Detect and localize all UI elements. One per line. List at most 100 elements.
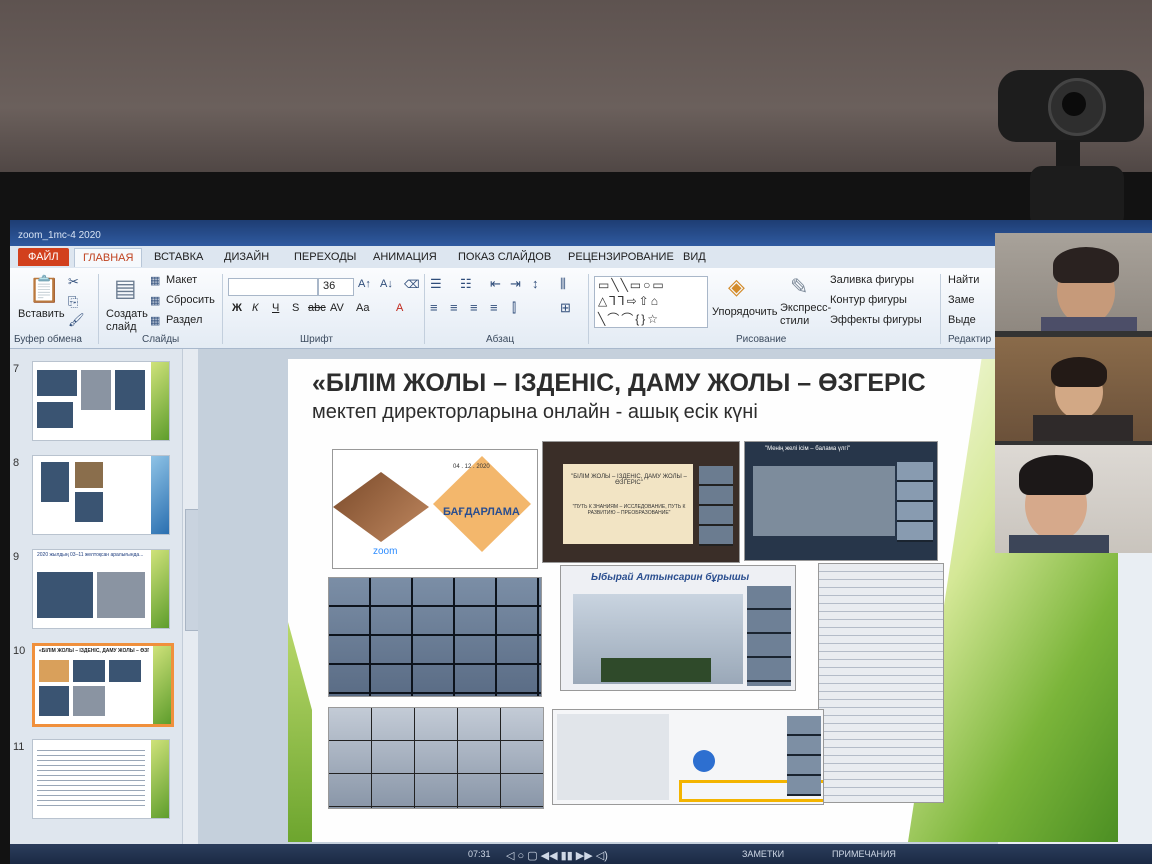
slide-title[interactable]: «БІЛІМ ЖОЛЫ – ІЗДЕНІС, ДАМУ ЖОЛЫ – ӨЗГЕР… xyxy=(312,369,926,398)
notes-button[interactable]: ЗАМЕТКИ xyxy=(742,849,784,859)
thumb-slide-11[interactable] xyxy=(32,739,170,819)
tab-insert[interactable]: ВСТАВКА xyxy=(154,251,203,263)
tab-slideshow[interactable]: ПОКАЗ СЛАЙДОВ xyxy=(458,251,551,263)
room-wall xyxy=(0,0,1152,180)
increase-indent-icon[interactable]: ⇥ xyxy=(510,276,521,292)
thumb-slide-8[interactable] xyxy=(32,455,170,535)
photo-meeting: "Менің желі ісім – балама үлгі" xyxy=(744,441,938,561)
section-icon: ▦ xyxy=(150,315,161,327)
justify-icon[interactable]: ≡ xyxy=(490,300,498,315)
paste-icon[interactable]: 📋 xyxy=(28,274,60,305)
photo-banner: "БІЛІМ ЖОЛЫ – ІЗДЕНІС, ДАМУ ЖОЛЫ – ӨЗГЕР… xyxy=(542,441,740,563)
shrink-font-icon[interactable]: A↓ xyxy=(380,278,393,290)
shapes-row-3-icon: ╲⌒⌒{}☆ xyxy=(598,312,660,326)
align-left-icon[interactable]: ≡ xyxy=(430,300,438,315)
slide-thumbnail-pane: 7 8 9 2020 жылдың 03–11 желтоқсан аралығ… xyxy=(10,349,190,859)
poster-program: БАҒДАРЛАМА xyxy=(443,506,520,518)
select-button[interactable]: Выде xyxy=(948,314,976,326)
slide-subtitle[interactable]: мектеп директорларына онлайн - ашық есік… xyxy=(312,401,758,424)
group-editing: Редактир xyxy=(948,334,992,345)
webcam-icon xyxy=(998,70,1146,230)
window-titlebar: zoom_1mc-4 2020 xyxy=(10,220,1152,246)
font-color-button[interactable]: A xyxy=(396,302,403,314)
thumb-slide-7[interactable] xyxy=(32,361,170,441)
underline-button[interactable]: Ч xyxy=(272,302,279,314)
tab-design[interactable]: ДИЗАЙН xyxy=(224,251,269,263)
new-slide-button[interactable]: Создать слайд xyxy=(106,308,148,334)
shadow-button[interactable]: S xyxy=(292,302,299,314)
participant-video-2[interactable] xyxy=(995,337,1152,441)
reset-button[interactable]: Сбросить xyxy=(166,294,215,306)
group-drawing: Рисование xyxy=(736,334,787,345)
comments-button[interactable]: ПРИМЕЧАНИЯ xyxy=(832,849,896,859)
grow-font-icon[interactable]: A↑ xyxy=(358,278,371,290)
arrange-button[interactable]: Упорядочить xyxy=(712,306,777,318)
shape-outline-button[interactable]: Контур фигуры xyxy=(830,294,907,306)
main-slide[interactable]: «БІЛІМ ЖОЛЫ – ІЗДЕНІС, ДАМУ ЖОЛЫ – ӨЗГЕР… xyxy=(288,359,1118,842)
strikethrough-button[interactable]: abc xyxy=(308,302,326,314)
participant-video-1[interactable] xyxy=(995,233,1152,331)
tab-file[interactable]: ФАЙЛ xyxy=(18,248,69,266)
new-slide-icon[interactable]: ▤ xyxy=(114,274,137,303)
quick-styles-button[interactable]: Экспресс-стили xyxy=(780,302,831,328)
banner-text-ru: "ПУТЬ К ЗНАНИЯМ – ИССЛЕДОВАНИЕ, ПУТЬ К Р… xyxy=(572,504,686,516)
thumbnail-scrollbar[interactable] xyxy=(182,349,199,859)
shape-fill-button[interactable]: Заливка фигуры xyxy=(830,274,914,286)
shape-effects-button[interactable]: Эффекты фигуры xyxy=(830,314,922,326)
line-spacing-icon[interactable]: ↕ xyxy=(532,276,539,291)
section-button[interactable]: Раздел xyxy=(166,314,202,326)
columns-icon[interactable]: ⫿ xyxy=(512,300,516,316)
layout-button[interactable]: Макет xyxy=(166,274,197,286)
scrollbar-thumb[interactable] xyxy=(185,509,199,631)
photo-corner: Ыбырай Алтынсарин бұрышы xyxy=(560,565,796,691)
play-controls-icon[interactable]: ◁ ○ ▢ ◀◀ ▮▮ ▶▶ ◁) xyxy=(506,849,608,862)
quick-styles-icon[interactable]: ✎ xyxy=(790,274,808,300)
font-size-field[interactable]: 36 xyxy=(318,278,354,296)
participant-video-3[interactable] xyxy=(995,445,1152,553)
banner-text: "БІЛІМ ЖОЛЫ – ІЗДЕНІС, ДАМУ ЖОЛЫ – ӨЗГЕР… xyxy=(571,474,687,486)
spacing-button[interactable]: AV xyxy=(330,302,344,314)
case-button[interactable]: Aa xyxy=(356,302,369,314)
window-title: zoom_1mc-4 2020 xyxy=(18,230,101,241)
shapes-row-1-icon: ▭╲╲▭○▭ xyxy=(598,278,666,292)
thumb-slide-10[interactable]: «БІЛІМ ЖОЛЫ – ІЗДЕНІС, ДАМУ ЖОЛЫ – ӨЗГЕР… xyxy=(32,643,174,727)
bold-button[interactable]: Ж xyxy=(232,302,242,314)
paste-button[interactable]: Вставить xyxy=(18,308,65,320)
font-size-value: 36 xyxy=(323,280,336,292)
tab-transitions[interactable]: ПЕРЕХОДЫ xyxy=(294,251,356,263)
cut-icon[interactable]: ✂ xyxy=(68,274,79,290)
clear-format-icon[interactable]: ⌫ xyxy=(404,278,420,291)
thumb-slide-9[interactable]: 2020 жылдың 03–11 желтоқсан аралығында..… xyxy=(32,549,170,629)
italic-button[interactable]: К xyxy=(252,302,258,314)
tab-view[interactable]: ВИД xyxy=(683,251,706,263)
menu-bar: ФАЙЛ ГЛАВНАЯ ВСТАВКА ДИЗАЙН ПЕРЕХОДЫ АНИ… xyxy=(10,246,1152,269)
thumb-number-10: 10 xyxy=(13,645,26,657)
photo-document xyxy=(818,563,944,803)
format-painter-icon[interactable]: 🖌 xyxy=(68,312,85,328)
align-center-icon[interactable]: ≡ xyxy=(450,300,458,315)
replace-button[interactable]: Заме xyxy=(948,294,974,306)
align-text-icon[interactable]: ⊞ xyxy=(560,300,571,316)
find-button[interactable]: Найти xyxy=(948,274,979,286)
photo-students xyxy=(328,707,544,809)
tab-home[interactable]: ГЛАВНАЯ xyxy=(74,248,143,267)
thumb-9-text: 2020 жылдың 03–11 желтоқсан аралығында..… xyxy=(37,552,144,558)
photo-screen-share xyxy=(552,709,824,805)
participant-hair xyxy=(1051,357,1107,387)
poster-zoom-logo: zoom xyxy=(373,546,398,557)
bullets-icon[interactable]: ☰ xyxy=(430,276,442,292)
font-name-field[interactable] xyxy=(228,278,318,296)
align-right-icon[interactable]: ≡ xyxy=(470,300,478,315)
arrange-icon[interactable]: ◈ xyxy=(728,274,745,300)
decrease-indent-icon[interactable]: ⇤ xyxy=(490,276,501,292)
group-paragraph: Абзац xyxy=(486,334,515,345)
shapes-gallery[interactable]: ▭╲╲▭○▭ △⅂⅂⇨⇧⌂ ╲⌒⌒{}☆ xyxy=(594,276,708,328)
text-direction-icon[interactable]: ⫼ xyxy=(560,276,566,292)
tab-animation[interactable]: АНИМАЦИЯ xyxy=(373,251,437,263)
numbering-icon[interactable]: ☷ xyxy=(460,276,472,292)
corner-caption: Ыбырай Алтынсарин бұрышы xyxy=(591,572,750,583)
status-time: 07:31 xyxy=(468,849,491,859)
tab-review[interactable]: РЕЦЕНЗИРОВАНИЕ xyxy=(568,251,674,263)
copy-icon[interactable]: ⎘ xyxy=(68,294,78,310)
thumb-10-text: «БІЛІМ ЖОЛЫ – ІЗДЕНІС, ДАМУ ЖОЛЫ – ӨЗГЕР… xyxy=(39,648,149,654)
